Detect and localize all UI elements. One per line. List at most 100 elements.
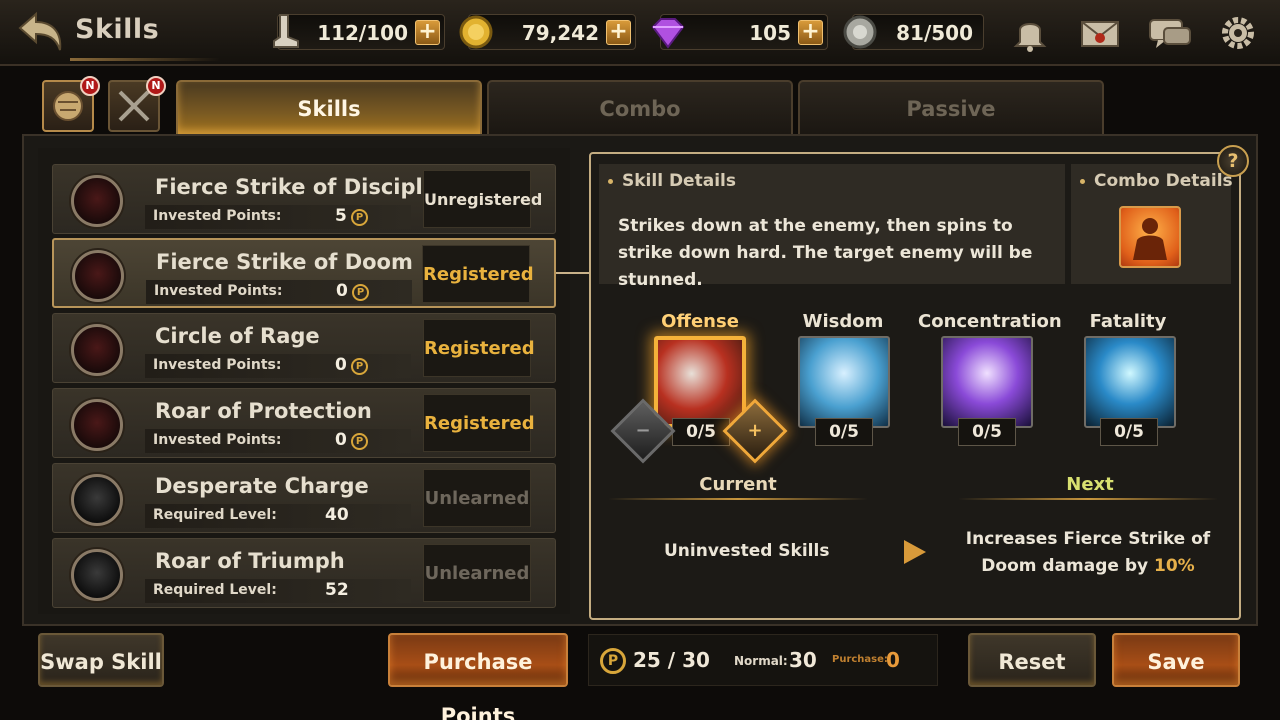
tab-combo[interactable]: Combo [487,80,793,134]
skill-row-fierce-strike-of-doom[interactable]: Fierce Strike of Doom Invested Points: 0… [52,238,556,308]
combo-character-icon[interactable] [1119,206,1181,268]
roar-of-protection-icon [71,399,123,451]
save-button[interactable]: Save [1112,633,1240,687]
skill-requirement: Required Level: 52 [145,579,411,603]
purchase-points-button[interactable]: Purchase Points [388,633,568,720]
silver-medal-icon [843,15,877,49]
fierce-strike-doom-icon [72,250,124,302]
gem-value: 105 [749,21,791,45]
path-card-offense[interactable] [654,336,746,428]
skill-sub-label: Invested Points: [153,432,282,448]
new-badge: N [146,76,166,96]
skill-name: Fierce Strike of Discipline [155,175,460,199]
mail-icon[interactable] [1076,12,1124,54]
skill-row-roar-of-protection[interactable]: Roar of Protection Invested Points: 0 P … [52,388,556,458]
gear-icon[interactable] [1214,12,1262,54]
path-count-fatality: 0/5 [1100,418,1158,446]
skill-sub-value: 0 [335,355,347,375]
skill-sub-label: Required Level: [153,507,277,523]
back-arrow-icon[interactable] [12,10,64,54]
reset-button[interactable]: Reset [968,633,1096,687]
roar-of-triumph-icon [71,549,123,601]
status-badge: Unlearned [423,544,531,602]
path-count-offense: 0/5 [672,418,730,446]
path-card-concentration[interactable] [941,336,1033,428]
circle-of-rage-icon [71,324,123,376]
status-badge[interactable]: Unregistered [423,170,542,228]
tab-skills[interactable]: Skills [176,80,482,134]
path-count-concentration: 0/5 [958,418,1016,446]
stamina-resource: 112/100 + [273,14,445,50]
next-effect-text: Increases Fierce Strike of Doom damage b… [940,526,1236,580]
skill-requirement: Required Level: 40 [145,504,411,528]
skill-sub-value: 0 [335,430,347,450]
skill-points: Invested Points: 0 P [146,280,412,304]
chat-icon[interactable] [1146,12,1194,54]
add-stamina-button[interactable]: + [415,20,440,45]
skill-details-heading: Skill Details [608,171,736,191]
swap-skill-button[interactable]: Swap Skill [38,633,164,687]
skill-points: Invested Points: 0 P [145,429,411,453]
purchase-points-value: 0 [886,648,900,672]
path-label-wisdom: Wisdom [802,311,884,332]
normal-points-label: Normal: [734,654,788,668]
title-underline [70,58,220,61]
path-label-fatality: Fatality [1089,311,1167,332]
purchase-points-label: Purchase: [832,654,888,665]
gold-value: 79,242 [521,21,599,45]
path-card-wisdom[interactable] [798,336,890,428]
status-badge: Unlearned [423,469,531,527]
skill-description: Strikes down at the enemy, then spins to… [618,216,1033,290]
point-coin-icon: P [352,284,369,301]
current-underline [608,498,868,500]
new-badge: N [80,76,100,96]
fierce-strike-discipline-icon [71,175,123,227]
path-label-concentration: Concentration [918,311,1062,332]
status-badge[interactable]: Registered [423,394,535,452]
stamina-boot-icon [273,14,299,48]
combo-details-heading: Combo Details [1080,171,1233,191]
arrow-right-icon [904,540,926,564]
skill-sub-label: Required Level: [153,582,277,598]
path-label-offense: Offense [661,311,739,332]
current-label: Current [699,474,777,495]
add-gold-button[interactable]: + [606,20,631,45]
point-coin-icon: P [600,648,626,674]
gold-resource: 79,242 + [459,14,636,50]
status-badge[interactable]: Registered [423,319,535,377]
skill-name: Roar of Protection [155,399,372,423]
skill-sub-value: 5 [335,206,347,226]
mini-tab-skills[interactable]: N [42,76,100,132]
tab-passive[interactable]: Passive [798,80,1104,134]
skill-row-desperate-charge[interactable]: Desperate Charge Required Level: 40 Unle… [52,463,556,533]
path-card-fatality[interactable] [1084,336,1176,428]
normal-points-value: 30 [789,648,817,672]
skill-sub-label: Invested Points: [154,283,283,299]
skill-name: Circle of Rage [155,324,320,348]
mini-tab-weapons[interactable]: N [108,76,166,132]
skill-row-circle-of-rage[interactable]: Circle of Rage Invested Points: 0 P Regi… [52,313,556,383]
skill-points: Invested Points: 5 P [145,205,411,229]
status-badge[interactable]: Registered [422,245,534,303]
plus-icon: + [747,420,763,441]
skill-row-fierce-strike-of-discipline[interactable]: Fierce Strike of Discipline Invested Poi… [52,164,556,234]
path-count-wisdom: 0/5 [815,418,873,446]
skill-points: Invested Points: 0 P [145,354,411,378]
stamina-value: 112/100 [317,21,408,45]
next-effect-highlight: 10% [1154,556,1195,576]
minus-icon: − [635,420,651,441]
point-coin-icon: P [351,358,368,375]
point-coin-icon: P [351,209,368,226]
help-button[interactable]: ? [1217,145,1249,177]
next-label: Next [1066,474,1114,495]
point-coin-icon: P [351,433,368,450]
selection-connector [556,272,590,274]
skill-sub-value: 0 [336,281,348,301]
gem-icon [651,18,685,49]
next-underline [958,498,1218,500]
add-gem-button[interactable]: + [798,20,823,45]
medal-value: 81/500 [896,21,973,45]
gem-resource: 105 + [651,14,828,50]
skill-row-roar-of-triumph[interactable]: Roar of Triumph Required Level: 52 Unlea… [52,538,556,608]
bell-icon[interactable] [1006,12,1054,54]
